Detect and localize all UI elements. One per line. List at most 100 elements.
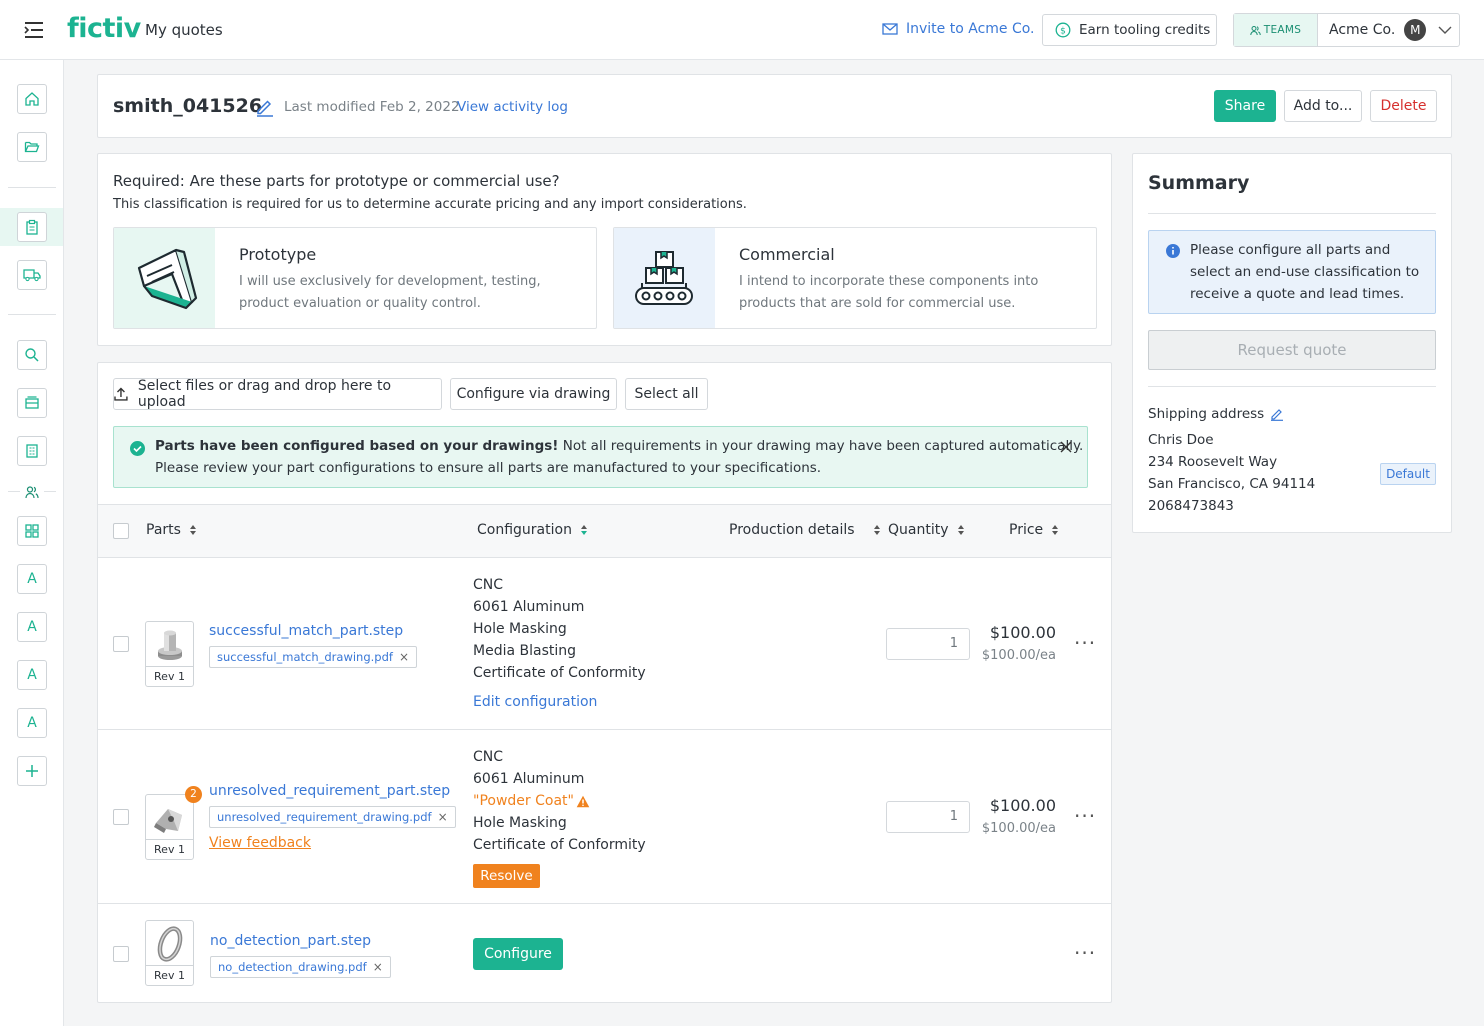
account-switcher[interactable]: TEAMS Acme Co. M xyxy=(1233,13,1460,47)
sidebar-item-home[interactable] xyxy=(17,84,47,114)
header-configuration-label: Configuration xyxy=(477,522,572,538)
remove-drawing-icon[interactable]: × xyxy=(373,960,383,974)
more-options-icon[interactable]: ··· xyxy=(1074,941,1096,965)
teams-icon xyxy=(1250,25,1261,35)
part-thumbnail[interactable]: Rev 1 xyxy=(145,794,194,860)
drawing-chip[interactable]: successful_match_drawing.pdf × xyxy=(209,646,418,668)
sidebar-item-team-a3[interactable]: A xyxy=(17,660,47,690)
earn-label: Earn tooling credits xyxy=(1079,22,1211,38)
add-to-button[interactable]: Add to... xyxy=(1284,90,1362,122)
part-thumbnail[interactable]: Rev 1 xyxy=(145,920,194,986)
quote-header-card: smith_041526 Last modified Feb 2, 2022 V… xyxy=(97,74,1452,138)
summary-info-box: Please configure all parts and select an… xyxy=(1148,230,1436,314)
teams-label: TEAMS xyxy=(1263,24,1302,36)
last-modified: Last modified Feb 2, 2022 xyxy=(284,99,460,115)
alert-bold-text: Parts have been configured based on your… xyxy=(155,438,559,454)
config-option: Hole Masking xyxy=(473,621,567,637)
menu-icon[interactable] xyxy=(22,20,46,40)
header-production-label: Production details xyxy=(729,522,855,538)
config-option: Media Blasting xyxy=(473,643,577,659)
svg-text:$: $ xyxy=(1060,27,1066,37)
sort-icon xyxy=(873,525,880,535)
sidebar-item-inventory[interactable] xyxy=(17,388,47,418)
chevron-down-icon[interactable] xyxy=(1438,25,1452,35)
sidebar-item-reports[interactable] xyxy=(17,436,47,466)
prototype-option[interactable]: Prototype I will use exclusively for dev… xyxy=(113,227,597,329)
sidebar-item-dashboard[interactable] xyxy=(17,516,47,546)
building-icon xyxy=(26,444,38,458)
select-all-checkbox[interactable] xyxy=(113,523,129,539)
sidebar-item-search[interactable] xyxy=(17,340,47,370)
row-checkbox[interactable] xyxy=(113,809,129,825)
team-icon xyxy=(25,486,39,499)
truck-icon xyxy=(23,269,41,282)
header-configuration[interactable]: Configuration xyxy=(477,522,588,538)
drawing-chip[interactable]: unresolved_requirement_drawing.pdf × xyxy=(209,806,456,828)
invite-link[interactable]: Invite to Acme Co. xyxy=(882,21,1035,37)
shipping-address: Chris Doe 234 Roosevelt Way San Francisc… xyxy=(1148,429,1315,517)
header-production-details[interactable]: Production details xyxy=(729,522,881,538)
fictiv-logo[interactable]: fictiv xyxy=(67,13,141,44)
search-icon xyxy=(25,348,39,362)
clipboard-icon xyxy=(26,219,38,235)
shipping-label-text: Shipping address xyxy=(1148,406,1265,422)
sidebar-item-team-a2[interactable]: A xyxy=(17,612,47,642)
price-each: $100.00/ea xyxy=(981,821,1056,836)
view-activity-log-link[interactable]: View activity log xyxy=(457,99,568,115)
summary-divider xyxy=(1148,386,1436,387)
upload-button[interactable]: Select files or drag and drop here to up… xyxy=(113,378,442,410)
share-button[interactable]: Share xyxy=(1214,90,1276,122)
summary-card: Summary Please configure all parts and s… xyxy=(1132,153,1452,533)
sidebar-item-folders[interactable] xyxy=(17,132,47,162)
config-option: Certificate of Conformity xyxy=(473,665,646,681)
header-parts[interactable]: Parts xyxy=(146,522,197,538)
drawing-name: successful_match_drawing.pdf xyxy=(217,650,393,664)
edit-pencil-icon[interactable] xyxy=(255,97,275,117)
folder-open-icon xyxy=(24,141,40,153)
earn-credits-button[interactable]: $ Earn tooling credits xyxy=(1042,14,1217,46)
select-all-button[interactable]: Select all xyxy=(625,378,708,410)
commercial-option[interactable]: Commercial I intend to incorporate these… xyxy=(613,227,1097,329)
classification-card: Required: Are these parts for prototype … xyxy=(97,153,1112,346)
resolve-button[interactable]: Resolve xyxy=(473,864,540,888)
part-name-link[interactable]: no_detection_part.step xyxy=(210,933,371,949)
sort-icon xyxy=(189,525,196,535)
drawing-chip[interactable]: no_detection_drawing.pdf × xyxy=(210,956,391,978)
config-material: 6061 Aluminum xyxy=(473,771,585,787)
revision-label: Rev 1 xyxy=(146,965,193,985)
sidebar-item-quotes[interactable] xyxy=(17,212,47,242)
drawing-name: unresolved_requirement_drawing.pdf xyxy=(217,810,432,824)
close-icon[interactable] xyxy=(1060,441,1072,453)
row-checkbox[interactable] xyxy=(113,636,129,652)
sidebar-item-team-a1[interactable]: A xyxy=(17,564,47,594)
edit-pencil-icon[interactable] xyxy=(1270,407,1284,421)
sidebar-divider-left xyxy=(8,491,20,492)
part-thumbnail[interactable]: Rev 1 xyxy=(145,621,194,687)
request-quote-button[interactable]: Request quote xyxy=(1148,330,1436,370)
remove-drawing-icon[interactable]: × xyxy=(399,650,409,664)
edit-configuration-link[interactable]: Edit configuration xyxy=(473,694,597,710)
configure-button[interactable]: Configure xyxy=(473,938,563,970)
upload-icon xyxy=(114,387,128,401)
sidebar-divider-right xyxy=(44,491,56,492)
configure-via-drawing-button[interactable]: Configure via drawing xyxy=(450,378,617,410)
top-bar: fictiv My quotes Invite to Acme Co. $ Ea… xyxy=(0,0,1484,60)
mail-icon xyxy=(882,23,898,35)
plus-icon xyxy=(26,765,38,777)
view-feedback-link[interactable]: View feedback xyxy=(209,835,311,851)
delete-button[interactable]: Delete xyxy=(1370,90,1437,122)
more-options-icon[interactable]: ··· xyxy=(1074,631,1096,655)
default-badge: Default xyxy=(1380,463,1436,485)
row-checkbox[interactable] xyxy=(113,946,129,962)
config-process: CNC xyxy=(473,577,504,593)
part-name-link[interactable]: unresolved_requirement_part.step xyxy=(209,783,450,799)
header-quantity[interactable]: Quantity xyxy=(888,522,965,538)
remove-drawing-icon[interactable]: × xyxy=(438,810,448,824)
sidebar-item-team-a4[interactable]: A xyxy=(17,708,47,738)
more-options-icon[interactable]: ··· xyxy=(1074,804,1096,828)
header-price[interactable]: Price xyxy=(1009,522,1059,538)
sidebar-item-orders[interactable] xyxy=(17,260,47,290)
avatar[interactable]: M xyxy=(1404,19,1427,41)
sidebar-item-add[interactable] xyxy=(17,756,47,786)
part-name-link[interactable]: successful_match_part.step xyxy=(209,623,403,639)
